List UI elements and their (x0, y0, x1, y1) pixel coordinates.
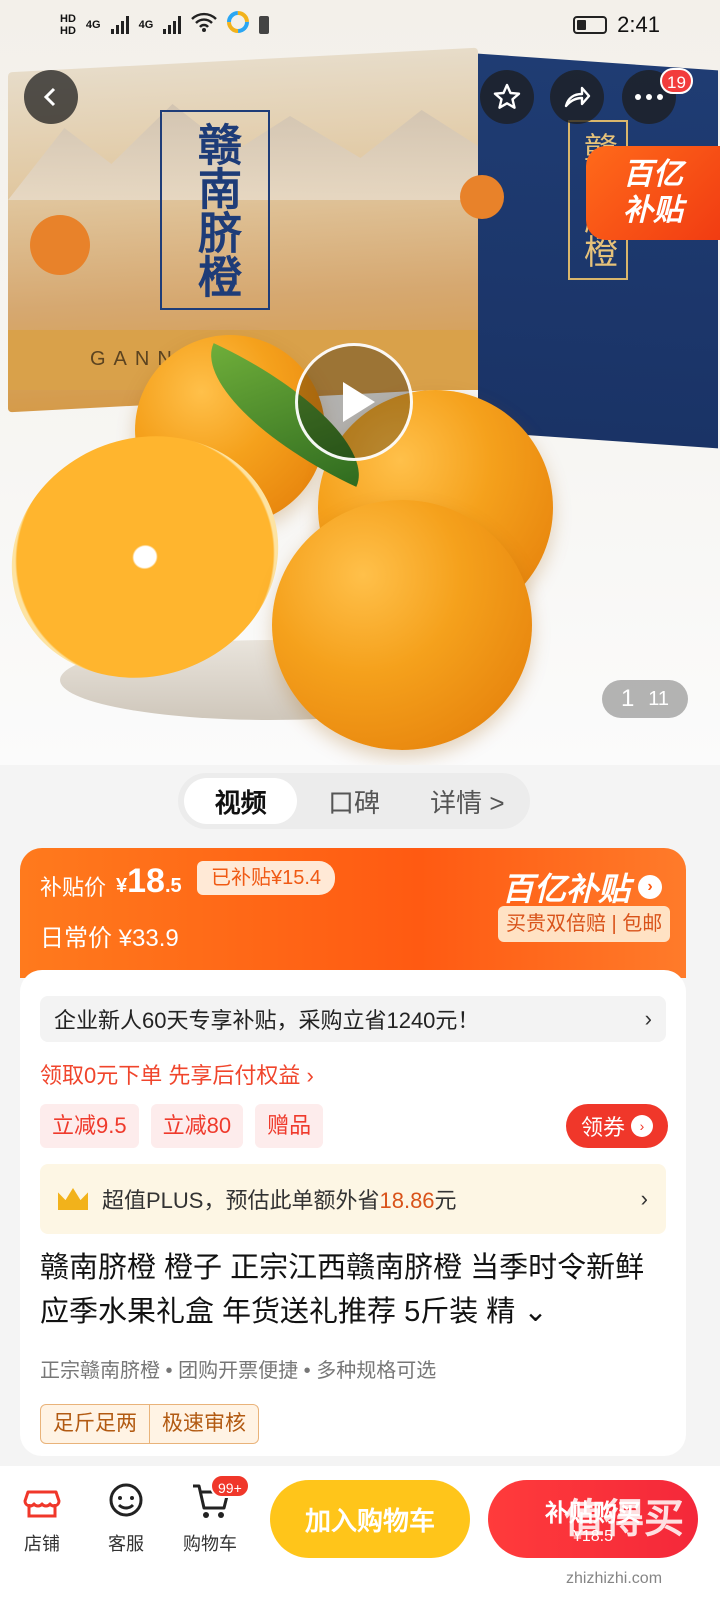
network-4g-icon: 4G (138, 19, 154, 31)
wifi-icon (191, 12, 218, 38)
cart-count-badge: 99+ (210, 1474, 250, 1498)
star-icon (493, 83, 521, 109)
plus-text: 超值PLUS，预估此单额外省18.86元 (102, 1183, 457, 1215)
regular-price-value: ¥33.9 (118, 925, 179, 952)
tab-details[interactable]: 详情 > (411, 778, 524, 824)
price-card: 补贴价 ¥18.5 已补贴¥15.4 日常价 ¥33.9 百亿补贴 › 买贵双倍… (20, 848, 686, 978)
service-label: 客服 (108, 1534, 144, 1554)
product-info-card: 企业新人60天专享补贴，采购立省1240元！ › 领取0元下单 先享后付权益 ›… (20, 970, 686, 1456)
app-icon (227, 11, 250, 39)
box-label-text: 赣南脐橙 (190, 122, 241, 298)
chat-smile-icon (109, 1483, 143, 1517)
crown-icon (58, 1188, 88, 1210)
enterprise-promo-row[interactable]: 企业新人60天专享补贴，采购立省1240元！ › (40, 996, 666, 1042)
watermark-url: zhizhizhi.com (566, 1570, 663, 1587)
subsidy-badge-line2: 补贴 (623, 194, 683, 227)
image-index: 1 (620, 685, 635, 712)
favorite-button[interactable] (480, 70, 534, 124)
plus-suffix: 元 (434, 1188, 457, 1213)
status-left: HD HD 4G 4G (60, 11, 270, 39)
image-counter: 1 11 (602, 680, 688, 718)
hd-icon: HD HD (60, 13, 76, 37)
subsidy-price-label: 补贴价 (40, 875, 107, 900)
product-title[interactable]: 赣南脐橙 橙子 正宗江西赣南脐橙 当季时令新鲜应季水果礼盒 年货送礼推荐 5斤装… (40, 1246, 670, 1334)
already-subsidized-badge: 已补贴¥15.4 (197, 861, 336, 895)
discount-chips: 立减9.5 立减80 赠品 (40, 1104, 324, 1148)
subsidy-badge-line1: 百亿 (623, 158, 683, 191)
plus-prefix: 超值PLUS，预估此单额外省 (102, 1188, 380, 1213)
product-image-carousel[interactable]: 赣南脐橙 赣南脐橙 GANN 1 11 (0, 0, 720, 765)
price-integer: 18 (127, 862, 165, 900)
image-total: 11 (648, 687, 670, 710)
gift-chip[interactable]: 赠品 (255, 1104, 324, 1148)
product-features: 正宗赣南脐橙 • 团购开票便捷 • 多种规格可选 (40, 1360, 437, 1382)
plus-amount: 18.86 (379, 1188, 435, 1213)
battery-icon (573, 16, 608, 34)
share-button[interactable] (550, 70, 604, 124)
network-4g-icon: 4G (85, 19, 101, 31)
tab-video[interactable]: 视频 (184, 778, 298, 824)
service-tag: 足斤足两 (53, 1412, 137, 1435)
orange-front (272, 500, 532, 750)
small-battery-icon (259, 16, 270, 34)
shop-label: 店铺 (24, 1534, 60, 1554)
cart-label: 购物车 (183, 1534, 237, 1554)
chevron-left-icon (43, 87, 56, 107)
status-right: 2:41 (573, 12, 660, 38)
decor-orange (30, 215, 90, 275)
message-count-badge: 19 (660, 68, 693, 94)
more-dots-icon (635, 94, 663, 100)
share-icon (564, 86, 591, 108)
play-video-button[interactable] (295, 343, 413, 461)
tab-reviews[interactable]: 口碑 (297, 778, 410, 824)
content-tabs: 视频 口碑 详情 > (178, 773, 530, 829)
decor-orange (460, 175, 504, 219)
price-decimal: .5 (164, 875, 182, 897)
back-button[interactable] (24, 70, 78, 124)
chevron-right-icon: › (638, 875, 663, 899)
regular-price-label: 日常价 (40, 925, 112, 952)
customer-service-button[interactable]: 客服 (86, 1480, 166, 1556)
get-coupon-button[interactable]: 领券 › (566, 1104, 668, 1148)
chevron-right-icon: › (640, 1186, 648, 1211)
discount-chip[interactable]: 立减80 (150, 1104, 244, 1148)
add-to-cart-button[interactable]: 加入购物车 (270, 1480, 470, 1558)
chevron-right-icon: › (631, 1115, 653, 1137)
coupon-label: 领券 (580, 1115, 625, 1140)
store-icon (23, 1490, 61, 1518)
regular-price: 日常价 ¥33.9 (40, 918, 179, 953)
subsidy-price: ¥18.5 (116, 862, 182, 901)
discount-chip[interactable]: 立减9.5 (40, 1104, 139, 1148)
box-label: 赣南脐橙 (160, 110, 270, 310)
service-tag: 极速审核 (149, 1405, 258, 1443)
subsidy-brand-link[interactable]: 百亿补贴 › (502, 864, 663, 910)
pay-later-link[interactable]: 领取0元下单 先享后付权益 › (40, 1058, 314, 1090)
enterprise-promo-text: 企业新人60天专享补贴，采购立省1240元！ (54, 1008, 480, 1033)
subsidy-badge: 百亿 补贴 (586, 146, 720, 240)
guarantee-badge: 买贵双倍赔 | 包邮 (498, 906, 671, 942)
currency-symbol: ¥ (116, 875, 128, 897)
service-tags: 足斤足两 极速审核 (40, 1404, 259, 1444)
plus-savings-row[interactable]: 超值PLUS，预估此单额外省18.86元 › (40, 1164, 666, 1234)
status-bar: HD HD 4G 4G 2:41 (0, 0, 720, 50)
signal-icon (163, 16, 182, 34)
clock: 2:41 (617, 12, 660, 37)
product-page: 赣南脐橙 赣南脐橙 GANN 1 11 HDHD 4G 4G (0, 0, 720, 1600)
subsidy-brand-text: 百亿补贴 (502, 871, 631, 907)
cart-button[interactable]: 99+ 购物车 (170, 1474, 250, 1556)
signal-icon (110, 16, 129, 34)
shop-button[interactable]: 店铺 (2, 1480, 82, 1556)
chevron-right-icon: › (644, 1006, 652, 1031)
watermark: 值得买 (564, 1497, 684, 1541)
